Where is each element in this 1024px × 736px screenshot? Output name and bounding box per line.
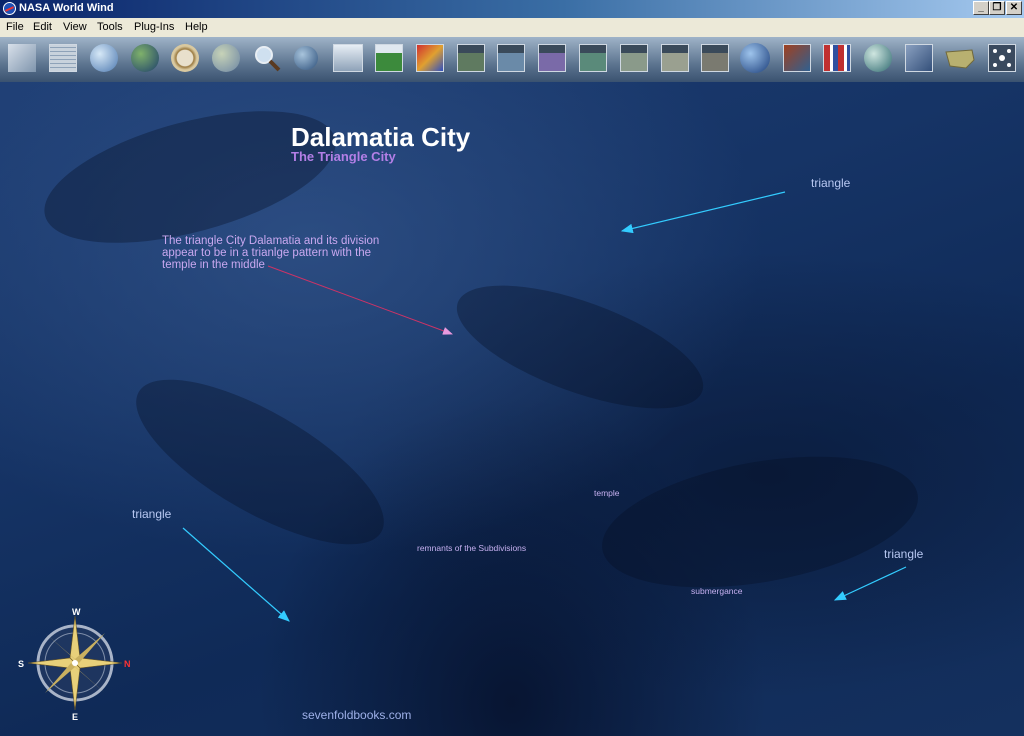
usgs-ortho-icon[interactable] xyxy=(701,44,729,72)
scale-bar-icon[interactable] xyxy=(333,44,363,72)
window-title: NASA World Wind xyxy=(19,2,114,14)
annotation-arrows xyxy=(182,191,907,622)
menu-help[interactable]: Help xyxy=(185,21,208,33)
triangle-left-arrow xyxy=(182,527,290,622)
blue-marble-icon[interactable] xyxy=(131,44,159,72)
landsat-icon[interactable] xyxy=(457,44,485,72)
wms-icon[interactable] xyxy=(375,44,403,72)
close-button[interactable]: ✕ xyxy=(1006,1,1022,15)
modis-icon[interactable] xyxy=(497,44,525,72)
globe-view[interactable]: Dalamatia City The Triangle City The tri… xyxy=(0,82,1024,736)
triangle-top-right-arrow xyxy=(620,191,786,234)
compass-rose-icon[interactable]: W S N E xyxy=(18,606,133,722)
sar-icon[interactable] xyxy=(783,44,811,72)
usgs-topo-icon[interactable] xyxy=(620,44,648,72)
note-arrow xyxy=(267,265,453,335)
restore-button[interactable]: ❐ xyxy=(989,1,1005,15)
menu-tools[interactable]: Tools xyxy=(97,21,123,33)
grid-icon[interactable] xyxy=(49,44,77,72)
compass-icon[interactable] xyxy=(171,44,199,72)
triangle-label-left: triangle xyxy=(132,507,172,521)
subdivisions-label: remnants of the Subdivisions xyxy=(417,543,527,553)
compass-west-label: W xyxy=(72,607,81,617)
menu-bar: File Edit View Tools Plug-Ins Help xyxy=(0,18,1024,37)
terra-icon[interactable] xyxy=(538,44,566,72)
triangle-label-top-right: triangle xyxy=(811,176,851,190)
compass-north-label: N xyxy=(124,659,131,669)
minimize-button[interactable]: _ xyxy=(973,1,989,15)
aqua-icon[interactable] xyxy=(579,44,607,72)
description-note: The triangle City Dalamatia and its divi… xyxy=(162,235,380,271)
toolbar xyxy=(0,37,1024,82)
submergance-label: submergance xyxy=(691,586,743,596)
window-title-bar: NASA World Wind _ ❐ ✕ xyxy=(0,0,1024,18)
menu-plug-ins[interactable]: Plug-Ins xyxy=(134,21,174,33)
earth-small-icon[interactable] xyxy=(294,46,318,70)
triangle-bottom-right-arrow xyxy=(833,566,907,601)
city-subtitle: The Triangle City xyxy=(291,149,396,164)
usgs-urban-icon[interactable] xyxy=(661,44,689,72)
place-names-icon[interactable] xyxy=(905,44,933,72)
moon-icon[interactable] xyxy=(740,43,770,73)
weather-icon[interactable] xyxy=(416,44,444,72)
website-footer: sevenfoldbooks.com xyxy=(302,708,412,722)
us-map-icon[interactable] xyxy=(944,44,976,72)
compass-south-label: S xyxy=(18,659,24,669)
menu-view[interactable]: View xyxy=(63,21,87,33)
landmark-icon[interactable] xyxy=(864,44,892,72)
temple-label: temple xyxy=(594,488,620,498)
compass-east-label: E xyxy=(72,712,78,721)
flags-icon[interactable] xyxy=(823,44,851,72)
menu-file[interactable]: File xyxy=(6,21,24,33)
nasa-logo-icon xyxy=(3,2,16,15)
search-icon[interactable] xyxy=(253,44,281,72)
triangle-label-bottom-right: triangle xyxy=(884,547,924,561)
layers-icon[interactable] xyxy=(8,44,36,72)
globe-grid-icon[interactable] xyxy=(90,44,118,72)
world-icon[interactable] xyxy=(212,44,240,72)
menu-edit[interactable]: Edit xyxy=(33,21,52,33)
plugin-icon[interactable] xyxy=(988,44,1016,72)
